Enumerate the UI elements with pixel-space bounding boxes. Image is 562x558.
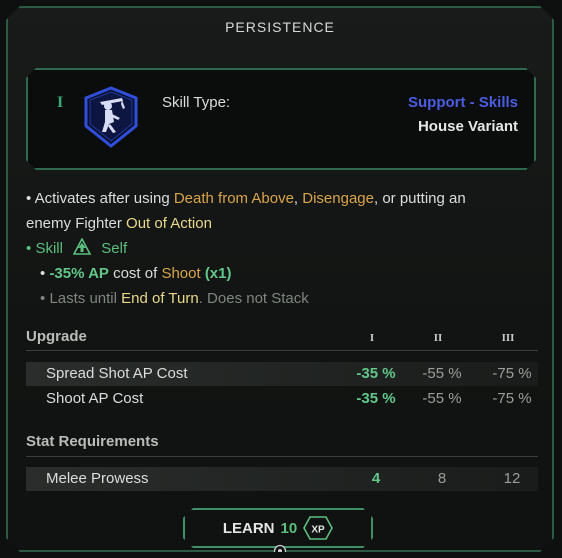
- tier-header-3: III: [501, 332, 515, 344]
- skill-bullet: •: [26, 240, 32, 257]
- duration-line: • Lasts until End of Turn. Does not Stac…: [26, 286, 546, 311]
- effect-amount: -35% AP: [49, 265, 109, 282]
- upgrade-value-tier-3: -75 %: [492, 365, 532, 382]
- requirement-value-tier-1: 4: [371, 470, 381, 487]
- skill-description: • Activates after using Death from Above…: [26, 186, 546, 311]
- desc-line2-prefix: enemy Fighter: [26, 215, 122, 232]
- effect-target: Shoot: [161, 265, 201, 282]
- skill-variant: House Variant: [417, 118, 518, 135]
- skill-target-line: • Skill Self: [26, 236, 546, 261]
- skill-title: PERSISTENCE: [225, 19, 335, 35]
- desc-suffix: , or putting an: [373, 190, 466, 207]
- requirement-value-tier-3: 12: [503, 470, 521, 487]
- upgrade-value-tier-1: -35 %: [356, 390, 396, 407]
- xp-cost: 10: [280, 519, 298, 537]
- target-icon: [273, 544, 287, 558]
- effect-multiplier: (x1): [204, 265, 232, 282]
- self-word: Self: [101, 240, 128, 257]
- skill-type-label: Skill Type:: [162, 94, 231, 111]
- xp-currency: XP: [312, 525, 326, 536]
- upgrade-row-label: Shoot AP Cost: [46, 390, 144, 407]
- status-out-of-action: Out of Action: [126, 215, 212, 232]
- desc-prefix: • Activates after using: [26, 190, 170, 207]
- up-arrow-triangle-icon: [73, 238, 91, 256]
- upgrade-value-tier-3: -75 %: [492, 390, 532, 407]
- tier-header-1: I: [369, 332, 375, 344]
- requirement-value-tier-2: 8: [437, 470, 447, 487]
- skill-tooltip-panel: PERSISTENCE I Skill Type: Support - Skil…: [6, 6, 554, 552]
- upgrade-row-label: Spread Shot AP Cost: [46, 365, 188, 382]
- tier-header-2: II: [433, 332, 443, 344]
- duration-prefix: Lasts until: [49, 290, 117, 307]
- xp-hexagon-icon: XP: [303, 516, 333, 540]
- tier-mark: I: [57, 94, 64, 111]
- learn-label: LEARN: [222, 519, 275, 537]
- requirements-title: Stat Requirements: [26, 433, 159, 450]
- upgrade-row: Shoot AP Cost -35 % -55 % -75 %: [26, 387, 538, 411]
- upgrade-row: Spread Shot AP Cost -35 % -55 % -75 %: [26, 362, 538, 386]
- requirement-label: Melee Prowess: [46, 470, 149, 487]
- effect-bullet: •: [40, 265, 46, 282]
- upgrade-title: Upgrade: [26, 328, 87, 345]
- skill-header: I Skill Type: Support - Skills House Var…: [26, 68, 536, 170]
- skill-category: Support - Skills: [407, 94, 518, 111]
- requirements-divider: [26, 456, 538, 457]
- fighter-figure-icon: [78, 84, 144, 150]
- upgrade-value-tier-1: -35 %: [356, 365, 396, 382]
- ability-death-from-above: Death from Above: [173, 190, 294, 207]
- skill-word: Skill: [35, 240, 63, 257]
- description-line-1: • Activates after using Death from Above…: [26, 186, 546, 211]
- requirement-row: Melee Prowess 4 8 12: [26, 467, 538, 491]
- ability-disengage: Disengage: [302, 190, 374, 207]
- duration-suffix: . Does not Stack: [198, 290, 309, 307]
- learn-button[interactable]: LEARN 10 XP: [183, 508, 373, 548]
- description-line-2: enemy Fighter Out of Action: [26, 211, 546, 236]
- effect-line: • -35% AP cost of Shoot (x1): [26, 261, 546, 286]
- upgrade-value-tier-2: -55 %: [422, 365, 462, 382]
- duration-status: End of Turn: [121, 290, 199, 307]
- effect-mid: cost of: [113, 265, 158, 282]
- desc-comma: ,: [293, 190, 299, 207]
- upgrade-divider: [26, 350, 538, 351]
- duration-bullet: •: [40, 290, 46, 307]
- upgrade-value-tier-2: -55 %: [422, 390, 462, 407]
